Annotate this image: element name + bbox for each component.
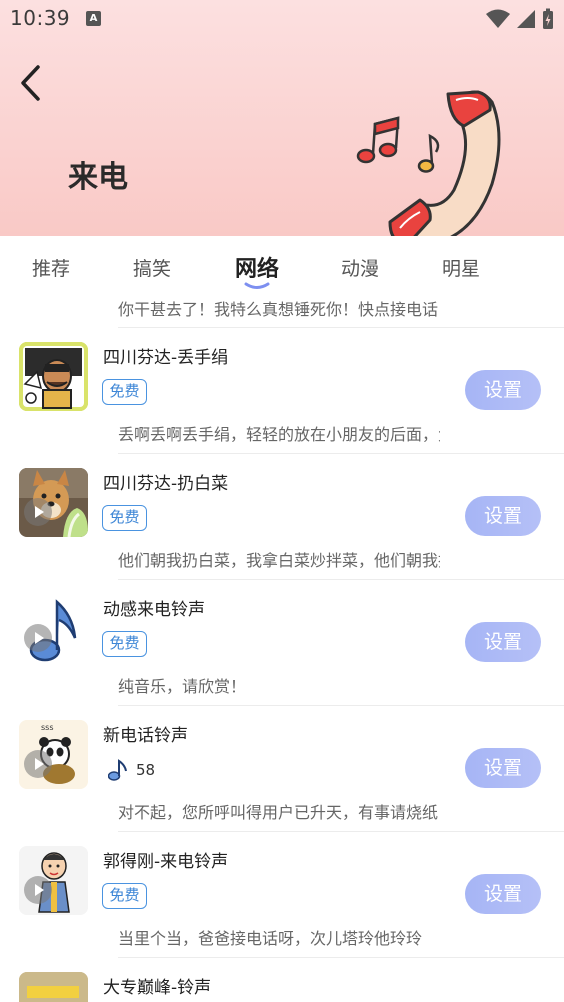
list-item-desc: 你干甚去了！我特么真想锤死你！快点接电话: [118, 300, 439, 319]
music-note-icon: [108, 759, 127, 781]
ringtone-thumbnail: sss: [19, 720, 88, 789]
chevron-left-icon: [21, 65, 40, 101]
tab-anime[interactable]: 动漫: [320, 254, 400, 281]
cartoon-character-image: [19, 342, 88, 411]
set-ringtone-button[interactable]: 设置: [465, 748, 541, 788]
header-banner: 10:39 A 来电: [0, 0, 564, 236]
ringtone-title: 郭得刚-来电铃声: [103, 852, 229, 872]
meme-image: [19, 972, 88, 1002]
list-item[interactable]: 四川芬达-丢手绢 免费 设置 丢啊丢啊丢手绢，轻轻的放在小朋友的后面，大家不要告…: [0, 327, 564, 453]
play-icon[interactable]: [24, 498, 52, 526]
set-ringtone-button[interactable]: 设置: [465, 370, 541, 410]
play-icon[interactable]: [24, 750, 52, 778]
notification-a-icon: A: [86, 11, 101, 26]
status-icons: [486, 8, 554, 30]
signal-icon: [517, 10, 535, 28]
play-icon[interactable]: [24, 624, 52, 652]
ringtone-title: 新电话铃声: [103, 726, 188, 746]
ringtone-title: 四川芬达-扔白菜: [103, 474, 229, 494]
ringtone-desc: 他们朝我扔白菜，我拿白菜炒拌菜，他们朝我扔: [118, 551, 440, 570]
play-count: 58: [108, 759, 155, 781]
free-badge: 免费: [102, 505, 147, 531]
ringtone-thumbnail: [19, 594, 88, 663]
phone-music-illustration: [356, 90, 501, 236]
svg-text:sss: sss: [41, 723, 54, 732]
ringtone-desc: 纯音乐，请欣赏！: [118, 677, 247, 696]
tab-network[interactable]: 网络: [217, 251, 297, 283]
ringtone-title: 动感来电铃声: [103, 600, 205, 620]
ringtone-desc: 丢啊丢啊丢手绢，轻轻的放在小朋友的后面，大家不要告诉他: [118, 425, 440, 444]
tab-funny[interactable]: 搞笑: [112, 254, 192, 281]
page-title: 来电: [68, 160, 128, 195]
set-ringtone-button[interactable]: 设置: [465, 496, 541, 536]
tab-stars[interactable]: 明星: [421, 254, 501, 281]
ringtone-title: 四川芬达-丢手绢: [103, 348, 229, 368]
status-bar: 10:39 A: [0, 0, 564, 38]
set-ringtone-button[interactable]: 设置: [465, 622, 541, 662]
free-badge: 免费: [102, 883, 147, 909]
list-item[interactable]: 动感来电铃声 免费 设置 纯音乐，请欣赏！: [0, 579, 564, 705]
ringtone-thumbnail: [19, 972, 88, 1002]
battery-icon: [543, 8, 553, 29]
list-item[interactable]: 大专巅峰-铃声: [0, 957, 564, 1002]
ringtone-desc: 当里个当，爸爸接电话呀，次儿塔玲他玲玲: [118, 929, 423, 948]
play-icon[interactable]: [24, 876, 52, 904]
free-badge: 免费: [102, 379, 147, 405]
play-count-value: 58: [136, 761, 156, 779]
list-item[interactable]: 四川芬达-扔白菜 免费 设置 他们朝我扔白菜，我拿白菜炒拌菜，他们朝我扔: [0, 453, 564, 579]
ringtone-thumbnail: [19, 846, 88, 915]
active-tab-indicator: [244, 282, 270, 289]
ringtone-title: 大专巅峰-铃声: [103, 978, 212, 998]
back-button[interactable]: [12, 58, 52, 108]
list-item[interactable]: 郭得刚-来电铃声 免费 设置 当里个当，爸爸接电话呀，次儿塔玲他玲玲: [0, 831, 564, 957]
free-badge: 免费: [102, 631, 147, 657]
wifi-icon: [486, 9, 510, 28]
status-time: 10:39: [10, 6, 71, 30]
ringtone-desc: 对不起，您所呼叫得用户已升天，有事请烧纸: [118, 803, 439, 822]
list-item[interactable]: sss 新电话铃声 58 设置 对不起，您所呼叫得用户已升天，有事请烧纸: [0, 705, 564, 831]
ringtone-thumbnail: [19, 468, 88, 537]
set-ringtone-button[interactable]: 设置: [465, 874, 541, 914]
tab-recommend[interactable]: 推荐: [11, 254, 91, 281]
category-tabs: 推荐 搞笑 网络 动漫 明星: [0, 236, 564, 292]
ringtone-thumbnail: [19, 342, 88, 411]
